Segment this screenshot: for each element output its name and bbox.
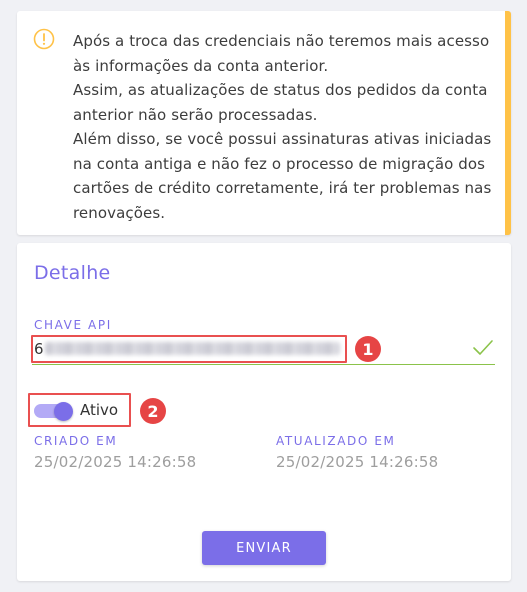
warning-paragraph: Além disso, se você possui assinaturas a… xyxy=(73,130,492,222)
created-value: 25/02/2025 14:26:58 xyxy=(34,453,197,471)
updated-label: ATUALIZADO EM xyxy=(276,434,396,448)
highlight-box-status xyxy=(28,393,131,427)
warning-message: Após a troca das credenciais não teremos… xyxy=(73,29,493,225)
created-label: CRIADO EM xyxy=(34,434,118,448)
warning-paragraph: Assim, as atualizações de status dos ped… xyxy=(73,81,488,124)
warning-paragraph: Após a troca das credenciais não teremos… xyxy=(73,32,490,75)
send-button[interactable]: ENVIAR xyxy=(202,531,326,565)
section-title: Detalhe xyxy=(34,262,111,284)
api-key-label: CHAVE API xyxy=(34,318,112,332)
step-badge-1: 1 xyxy=(355,336,381,362)
warning-circle-icon xyxy=(33,28,55,50)
step-badge-2: 2 xyxy=(140,398,166,424)
updated-value: 25/02/2025 14:26:58 xyxy=(276,453,439,471)
highlight-box-api-key xyxy=(31,335,347,363)
check-icon xyxy=(473,340,493,355)
